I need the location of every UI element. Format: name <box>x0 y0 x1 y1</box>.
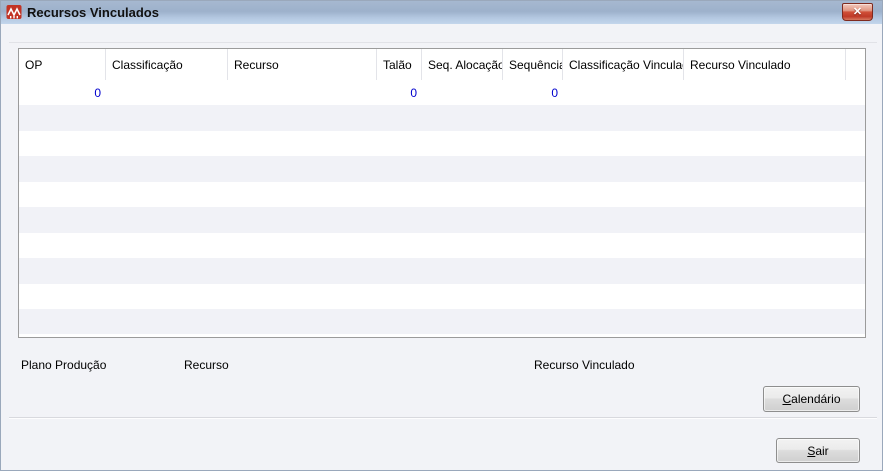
label-recurso-vinculado: Recurso Vinculado <box>534 358 635 372</box>
empty-row <box>19 156 865 182</box>
cell-recurso-vinculado <box>684 80 846 105</box>
linked-resources-grid: OP Classificação Recurso Talão Seq. Aloc… <box>18 48 866 338</box>
cell-sequencia-value: 0 <box>551 85 558 100</box>
cell-op-value: 0 <box>94 85 101 100</box>
cell-classificacao-vinculada <box>563 80 684 105</box>
titlebar: Recursos Vinculados ✕ <box>1 1 882 24</box>
empty-row <box>19 284 865 309</box>
column-header-recurso-vinculado[interactable]: Recurso Vinculado <box>684 49 846 80</box>
empty-row <box>19 233 865 258</box>
close-button[interactable]: ✕ <box>842 3 873 21</box>
empty-row <box>19 182 865 207</box>
grid-header: OP Classificação Recurso Talão Seq. Aloc… <box>19 49 865 80</box>
cell-talao-value: 0 <box>410 85 417 100</box>
cell-seq-alocacao <box>422 80 503 105</box>
column-header-op[interactable]: OP <box>19 49 106 80</box>
column-header-classificacao[interactable]: Classificação <box>106 49 228 80</box>
empty-row <box>19 258 865 284</box>
cell-classificacao <box>106 80 228 105</box>
empty-row <box>19 131 865 156</box>
calendario-button[interactable]: Calendário <box>763 386 860 412</box>
close-icon: ✕ <box>852 5 863 18</box>
column-header-classificacao-vinculada[interactable]: Classificação Vinculada <box>563 49 684 80</box>
calendario-label-rest: alendário <box>791 392 841 406</box>
column-header-filler <box>846 49 865 80</box>
empty-row <box>19 308 865 335</box>
empty-row <box>19 207 865 233</box>
label-plano-producao: Plano Produção <box>21 358 107 372</box>
window-title: Recursos Vinculados <box>27 5 159 20</box>
top-divider <box>9 42 877 43</box>
sair-label-rest: air <box>815 443 829 458</box>
label-recurso: Recurso <box>184 358 229 372</box>
grid-body: 0 0 0 <box>19 80 865 337</box>
data-row[interactable]: 0 0 0 <box>19 80 865 105</box>
calendario-accel: C <box>782 392 792 406</box>
app-logo-icon <box>6 5 22 19</box>
column-header-talao[interactable]: Talão <box>377 49 422 80</box>
cell-recurso <box>228 80 377 105</box>
bottom-divider <box>9 417 877 419</box>
recursos-vinculados-dialog: Recursos Vinculados ✕ OP Classificação R… <box>0 0 883 471</box>
column-header-recurso[interactable]: Recurso <box>228 49 377 80</box>
sair-button[interactable]: Sair <box>776 438 860 463</box>
empty-row <box>19 334 865 337</box>
column-header-seq-alocacao[interactable]: Seq. Alocação <box>422 49 503 80</box>
empty-row <box>19 105 865 131</box>
column-header-sequencia[interactable]: Sequência <box>503 49 563 80</box>
